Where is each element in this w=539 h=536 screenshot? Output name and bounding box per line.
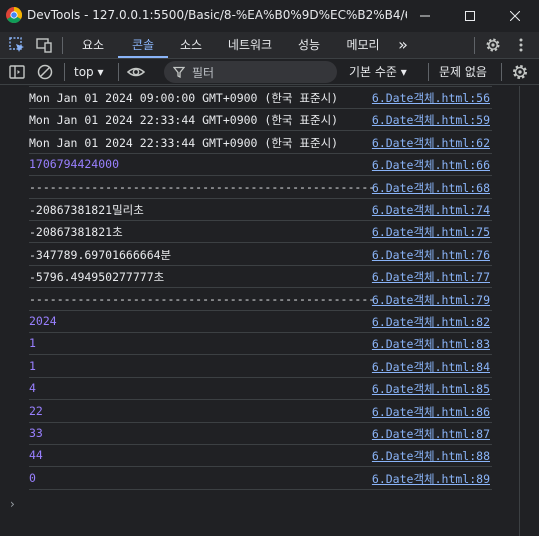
console-number-value: 22 bbox=[29, 403, 43, 418]
console-message-text: Mon Jan 01 2024 22:33:44 GMT+0900 (한국 표준… bbox=[29, 113, 339, 128]
console-message-row: 1 6.Date객체.html:83 bbox=[29, 333, 492, 356]
console-number-value: 1 bbox=[29, 336, 36, 351]
devtools-tabbar: 요소 콘솔 소스 네트워크 성능 메모리 » bbox=[0, 32, 539, 59]
console-message-row: Mon Jan 01 2024 22:33:44 GMT+0900 (한국 표준… bbox=[29, 109, 492, 132]
console-settings-gear-icon[interactable] bbox=[510, 62, 530, 82]
console-message-text: ----------------------------------------… bbox=[29, 179, 376, 194]
active-tab-indicator bbox=[118, 56, 168, 58]
console-message-row: Mon Jan 01 2024 22:33:44 GMT+0900 (한국 표준… bbox=[29, 132, 492, 154]
source-link[interactable]: 6.Date객체.html:66 bbox=[372, 157, 490, 173]
console-message-row: ----------------------------------------… bbox=[29, 177, 492, 199]
source-link[interactable]: 6.Date객체.html:74 bbox=[372, 202, 490, 218]
more-tabs-button[interactable]: » bbox=[392, 32, 414, 58]
tab-console[interactable]: 콘솔 bbox=[118, 32, 168, 58]
chrome-logo-icon bbox=[6, 7, 22, 23]
console-message-row: 0 6.Date객체.html:89 bbox=[29, 468, 492, 490]
console-message-row: 4 6.Date객체.html:85 bbox=[29, 378, 492, 401]
console-message-text: -20867381821밀리초 bbox=[29, 203, 144, 217]
tab-elements[interactable]: 요소 bbox=[72, 32, 114, 58]
console-number-value: 1 bbox=[29, 358, 36, 373]
console-message-row: -5796.494950277777초 6.Date객체.html:77 bbox=[29, 266, 492, 289]
console-message-text: -5796.494950277777초 bbox=[29, 270, 165, 285]
source-link[interactable]: 6.Date객체.html:83 bbox=[372, 336, 490, 352]
log-level-selector[interactable]: 기본 수준 ▾ bbox=[349, 63, 407, 80]
source-link[interactable]: 6.Date객체.html:76 bbox=[372, 247, 490, 263]
source-link[interactable]: 6.Date객체.html:75 bbox=[372, 224, 490, 240]
source-link[interactable]: 6.Date객체.html:85 bbox=[372, 381, 490, 397]
console-number-value: 44 bbox=[29, 448, 43, 463]
filter-input[interactable]: 필터 bbox=[164, 61, 337, 83]
console-message-row: 22 6.Date객체.html:86 bbox=[29, 401, 492, 423]
title-bar: DevTools - 127.0.0.1:5500/Basic/8-%EA%B0… bbox=[0, 0, 539, 32]
minimize-button[interactable] bbox=[402, 0, 448, 32]
console-message-row: ----------------------------------------… bbox=[29, 289, 492, 311]
console-prompt[interactable]: › bbox=[10, 497, 15, 511]
console-number-value: 1706794424000 bbox=[29, 157, 120, 172]
console-message-text: -20867381821초 bbox=[29, 225, 123, 240]
toolbar-divider bbox=[501, 63, 502, 81]
source-link[interactable]: 6.Date객체.html:86 bbox=[372, 404, 490, 420]
toolbar-divider bbox=[118, 63, 119, 81]
filter-placeholder: 필터 bbox=[192, 66, 215, 80]
source-link[interactable]: 6.Date객체.html:59 bbox=[372, 112, 490, 128]
context-selector[interactable]: top ▾ bbox=[74, 63, 104, 81]
console-number-value: 4 bbox=[29, 381, 36, 396]
source-link[interactable]: 6.Date객체.html:56 bbox=[372, 90, 490, 106]
console-message-row: Mon Jan 01 2024 09:00:00 GMT+0900 (한국 표준… bbox=[29, 87, 492, 109]
filter-funnel-icon bbox=[173, 66, 185, 78]
console-message-text: Mon Jan 01 2024 22:33:44 GMT+0900 (한국 표준… bbox=[29, 135, 339, 150]
issues-counter[interactable]: 문제 없음 bbox=[439, 63, 487, 80]
console-message-row: 2024 6.Date객체.html:82 bbox=[29, 311, 492, 333]
toolbar-divider bbox=[428, 63, 429, 81]
tab-network[interactable]: 네트워크 bbox=[218, 32, 282, 58]
source-link[interactable]: 6.Date객체.html:77 bbox=[372, 269, 490, 285]
maximize-icon bbox=[465, 11, 475, 21]
console-message-text: ----------------------------------------… bbox=[29, 291, 376, 306]
console-message-row: 1706794424000 6.Date객체.html:66 bbox=[29, 154, 492, 177]
source-link[interactable]: 6.Date객체.html:89 bbox=[372, 471, 490, 487]
toolbar-divider bbox=[62, 37, 63, 54]
source-link[interactable]: 6.Date객체.html:79 bbox=[372, 292, 490, 308]
console-message-text: Mon Jan 01 2024 09:00:00 GMT+0900 (한국 표준… bbox=[29, 91, 339, 105]
device-toolbar-icon[interactable] bbox=[35, 36, 53, 54]
clear-console-icon[interactable] bbox=[35, 62, 55, 82]
console-number-value: 0 bbox=[29, 470, 36, 485]
console-message-row: 33 6.Date객체.html:87 bbox=[29, 423, 492, 445]
console-toolbar: top ▾ 필터 기본 수준 ▾ 문제 없음 bbox=[0, 59, 539, 85]
settings-gear-icon[interactable] bbox=[484, 36, 502, 54]
close-icon bbox=[510, 11, 520, 21]
live-expression-eye-icon[interactable] bbox=[126, 62, 146, 82]
console-message-row: -20867381821초 6.Date객체.html:75 bbox=[29, 221, 492, 244]
inspect-element-icon[interactable] bbox=[8, 36, 26, 54]
tab-memory[interactable]: 메모리 bbox=[336, 32, 390, 58]
more-options-icon[interactable] bbox=[512, 36, 530, 54]
sidebar-toggle-icon[interactable] bbox=[7, 62, 27, 82]
source-link[interactable]: 6.Date객체.html:62 bbox=[372, 135, 490, 151]
toolbar-divider bbox=[474, 37, 475, 54]
console-number-value: 2024 bbox=[29, 314, 57, 328]
source-link[interactable]: 6.Date객체.html:84 bbox=[372, 359, 490, 375]
minimize-icon bbox=[420, 15, 430, 17]
console-message-row: -347789.69701666664분 6.Date객체.html:76 bbox=[29, 244, 492, 266]
source-link[interactable]: 6.Date객체.html:88 bbox=[372, 448, 490, 464]
source-link[interactable]: 6.Date객체.html:82 bbox=[372, 314, 490, 330]
console-number-value: 33 bbox=[29, 426, 43, 440]
console-output: Mon Jan 01 2024 09:00:00 GMT+0900 (한국 표준… bbox=[0, 86, 539, 536]
tab-performance[interactable]: 성능 bbox=[288, 32, 330, 58]
tab-sources[interactable]: 소스 bbox=[170, 32, 212, 58]
console-message-row: -20867381821밀리초 6.Date객체.html:74 bbox=[29, 199, 492, 221]
scrollbar-track[interactable] bbox=[519, 86, 520, 536]
close-button[interactable] bbox=[492, 0, 538, 32]
console-message-row: 1 6.Date객체.html:84 bbox=[29, 356, 492, 378]
console-message-row: 44 6.Date객체.html:88 bbox=[29, 445, 492, 468]
window-title: DevTools - 127.0.0.1:5500/Basic/8-%EA%B0… bbox=[27, 8, 407, 22]
maximize-button[interactable] bbox=[447, 0, 493, 32]
toolbar-divider bbox=[64, 63, 65, 81]
source-link[interactable]: 6.Date객체.html:68 bbox=[372, 180, 490, 196]
source-link[interactable]: 6.Date객체.html:87 bbox=[372, 426, 490, 442]
console-message-text: -347789.69701666664분 bbox=[29, 247, 172, 262]
